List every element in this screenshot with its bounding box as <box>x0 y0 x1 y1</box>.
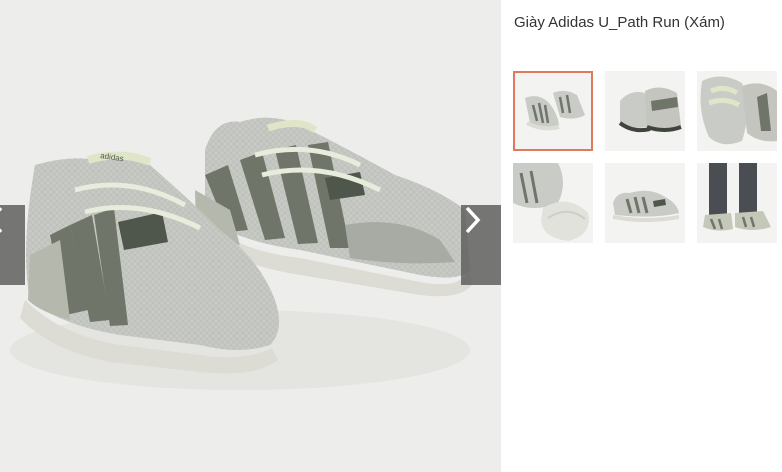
prev-image-button[interactable] <box>0 205 25 285</box>
shoe-side-thumbnail <box>605 163 685 243</box>
product-title: Giày Adidas U_Path Run (Xám) <box>514 14 725 31</box>
shoe-sole-thumbnail <box>513 163 593 243</box>
shoe-heel-thumbnail <box>605 71 685 151</box>
thumbnail-3[interactable] <box>697 71 777 151</box>
thumbnail-5[interactable] <box>605 163 685 243</box>
thumbnail-1[interactable] <box>513 71 593 151</box>
sneaker-pair-photo: adidas <box>10 117 472 390</box>
thumbnail-6[interactable] <box>697 163 777 243</box>
thumbnail-4[interactable] <box>513 163 593 243</box>
chevron-right-icon <box>465 206 481 234</box>
next-image-button[interactable] <box>461 205 501 285</box>
main-image-viewer[interactable]: adidas <box>0 0 501 472</box>
shoe-pair-thumbnail <box>515 73 591 149</box>
shoe-worn-thumbnail <box>697 163 777 243</box>
shoe-top-thumbnail <box>697 71 777 151</box>
chevron-left-icon <box>0 207 3 233</box>
thumbnail-2[interactable] <box>605 71 685 151</box>
